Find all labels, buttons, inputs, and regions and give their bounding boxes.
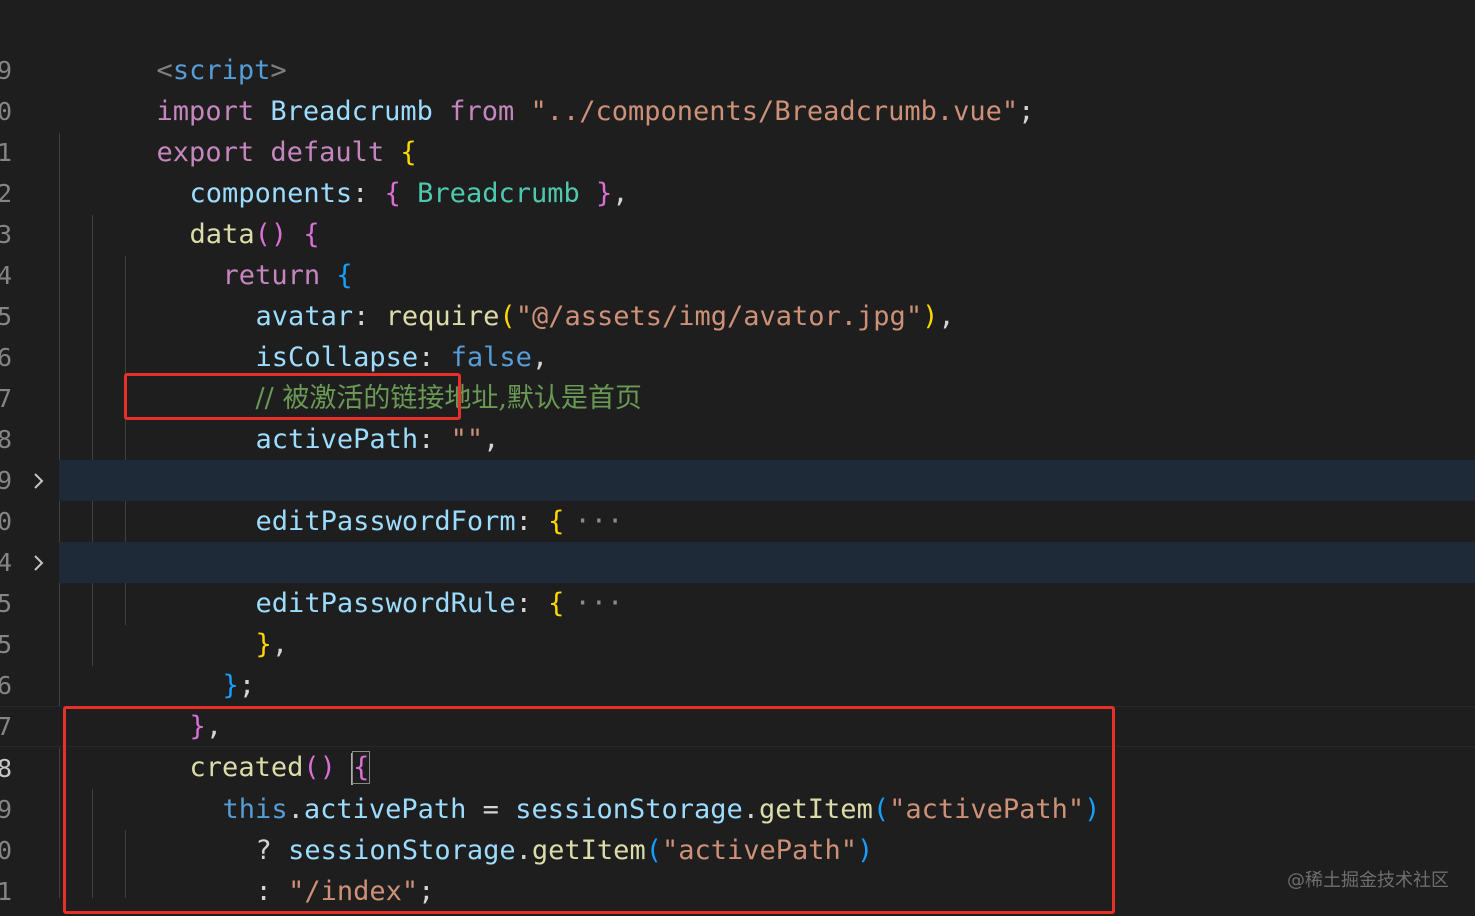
code-line[interactable]: 5 avatar: require("@/assets/img/avator.j…: [0, 255, 1475, 332]
code-line[interactable]: 9 editPasswordDialog: false,: [0, 419, 1475, 496]
code-line[interactable]: 9 <script>: [0, 9, 1475, 86]
code-line[interactable]: 0 editPasswordForm: {···: [0, 460, 1475, 537]
code-line[interactable]: 5 },: [0, 583, 1475, 660]
code-line[interactable]: 0 import Breadcrumb from "../components/…: [0, 50, 1475, 127]
annotation-box-created: [63, 706, 1115, 914]
code-line[interactable]: 7 // 被激活的链接地址,默认是首页: [0, 337, 1475, 414]
line-number: 2: [0, 912, 12, 916]
watermark: @稀土掘金技术社区: [1287, 870, 1449, 891]
code-line[interactable]: 2 components: { Breadcrumb },: [0, 132, 1475, 209]
annotation-box-activepath: [124, 373, 461, 420]
chevron-right-icon[interactable]: [31, 542, 47, 583]
code-editor[interactable]: 9 <script> 0 import Breadcrumb from "../…: [0, 0, 1475, 916]
code-line[interactable]: 4 },: [0, 501, 1475, 578]
code-line[interactable]: 3 data() {: [0, 173, 1475, 250]
code-line[interactable]: 6 };: [0, 624, 1475, 701]
code-line[interactable]: 5 editPasswordRule: {···: [0, 542, 1475, 619]
chevron-right-icon[interactable]: [31, 460, 47, 501]
code-line[interactable]: 4 return {: [0, 214, 1475, 291]
code-line[interactable]: 6 isCollapse: false,: [0, 296, 1475, 373]
code-line[interactable]: 7 },: [0, 665, 1475, 742]
code-line[interactable]: 1 export default {: [0, 91, 1475, 168]
